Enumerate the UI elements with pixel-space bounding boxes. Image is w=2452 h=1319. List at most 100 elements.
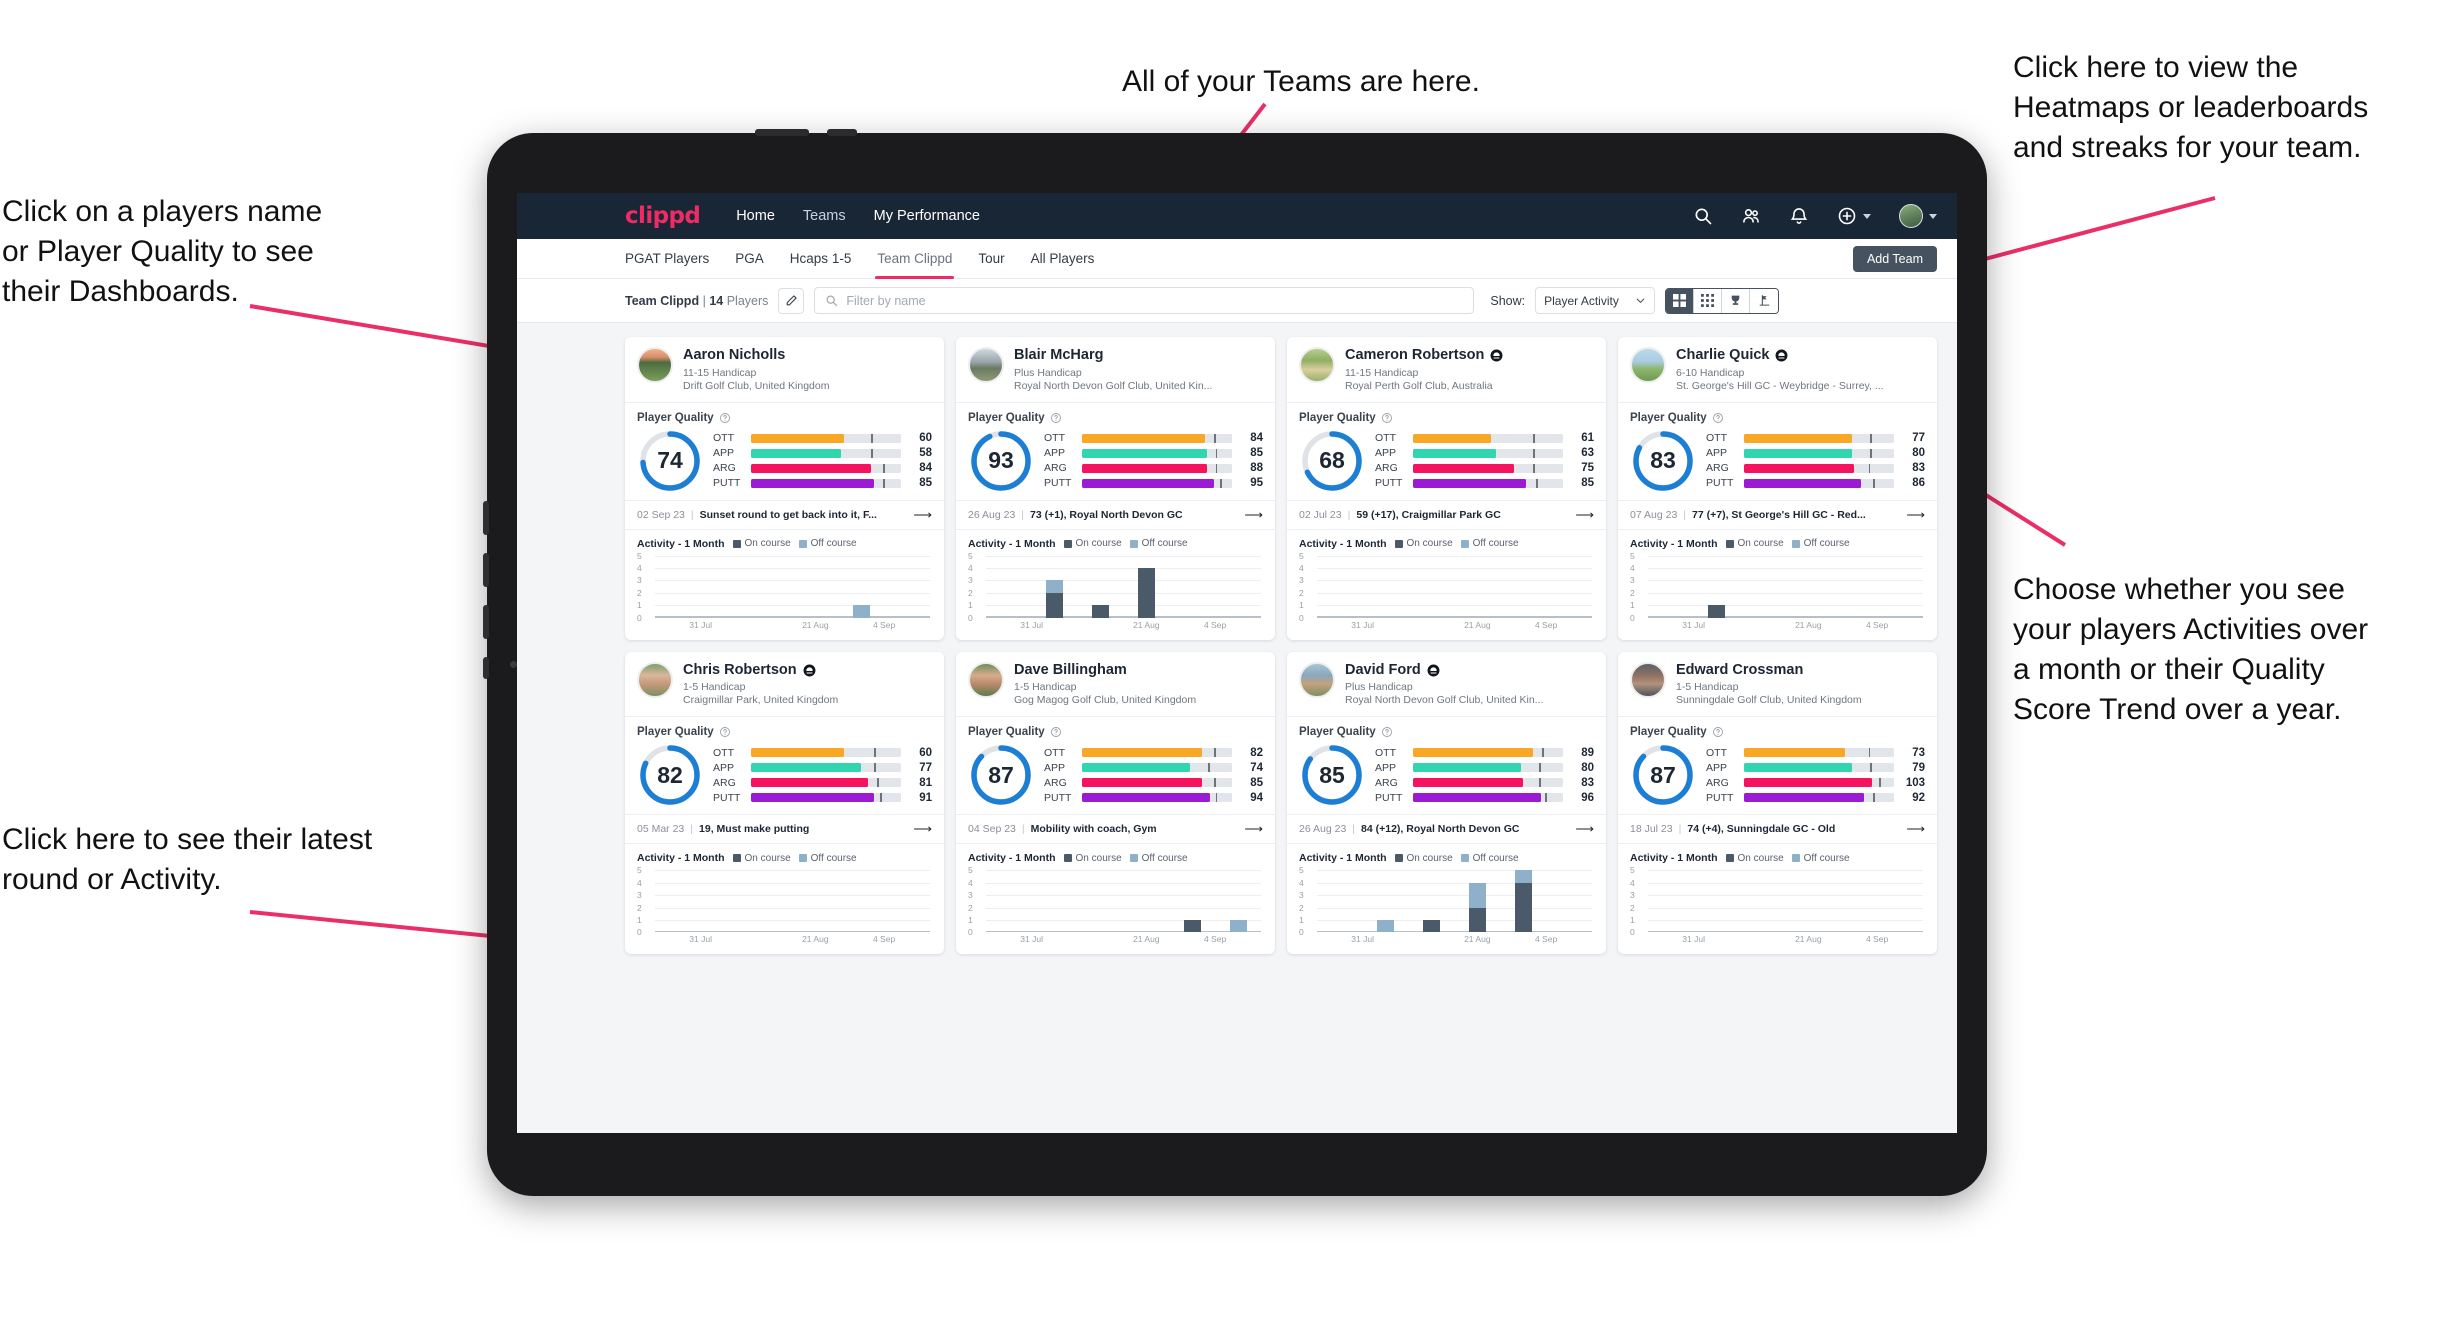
latest-round-row[interactable]: 02 Sep 23 | Sunset round to get back int… — [625, 499, 944, 530]
player-card[interactable]: Edward Crossman 1-5 Handicap Sunningdale… — [1618, 651, 1937, 955]
grid-large-view-button[interactable] — [1666, 288, 1695, 313]
latest-round-date: 02 Jul 23 — [1299, 508, 1342, 521]
player-name[interactable]: Dave Billingham — [1014, 662, 1127, 679]
player-name-row[interactable]: Blair McHarg — [1014, 347, 1212, 364]
x-axis-labels: 31 Jul 21 Aug 4 Sep — [986, 934, 1261, 946]
player-card-header[interactable]: Blair McHarg Plus Handicap Royal North D… — [956, 337, 1275, 402]
player-quality-section[interactable]: Player Quality 87 OTT 82 APP 74 ARG 85 P… — [956, 717, 1275, 814]
arrow-right-icon[interactable]: ⟶ — [1575, 821, 1594, 837]
arrow-right-icon[interactable]: ⟶ — [1906, 821, 1925, 837]
player-card[interactable]: David Ford Plus Handicap Royal North Dev… — [1287, 651, 1606, 955]
metric-bar-fill — [751, 748, 844, 758]
player-name[interactable]: Cameron Robertson — [1345, 347, 1484, 364]
player-name[interactable]: David Ford — [1345, 662, 1421, 679]
player-quality-ring[interactable]: 93 — [968, 428, 1034, 494]
player-name[interactable]: Edward Crossman — [1676, 662, 1803, 679]
latest-round-row[interactable]: 05 Mar 23 | 19, Must make putting ⟶ — [625, 814, 944, 845]
player-card[interactable]: Aaron Nicholls 11-15 Handicap Drift Golf… — [625, 337, 944, 640]
add-team-button[interactable]: Add Team — [1852, 245, 1937, 272]
tab-all-players[interactable]: All Players — [1031, 239, 1095, 279]
player-quality-ring[interactable]: 82 — [637, 742, 703, 808]
clippd-logo[interactable]: clippd — [625, 203, 701, 229]
profile-menu[interactable] — [1899, 204, 1937, 228]
arrow-right-icon[interactable]: ⟶ — [1244, 507, 1263, 523]
player-quality-ring[interactable]: 83 — [1630, 428, 1696, 494]
player-card[interactable]: Blair McHarg Plus Handicap Royal North D… — [956, 337, 1275, 640]
tab-pgat-players[interactable]: PGAT Players — [625, 239, 709, 279]
player-quality-section[interactable]: Player Quality 82 OTT 60 APP 77 ARG 81 P… — [625, 717, 944, 814]
player-avatar[interactable] — [1630, 661, 1666, 698]
player-name-row[interactable]: David Ford — [1345, 662, 1543, 679]
player-name-row[interactable]: Dave Billingham — [1014, 662, 1196, 679]
search-input[interactable]: Filter by name — [814, 287, 1475, 314]
latest-round-row[interactable]: 26 Aug 23 | 73 (+1), Royal North Devon G… — [956, 499, 1275, 530]
arrow-right-icon[interactable]: ⟶ — [1906, 507, 1925, 523]
tab-pga[interactable]: PGA — [735, 239, 764, 279]
show-select[interactable]: Player Activity — [1535, 287, 1656, 314]
player-quality-section[interactable]: Player Quality 87 OTT 73 APP 79 ARG 103 … — [1618, 717, 1937, 814]
player-card[interactable]: Cameron Robertson 11-15 Handicap Royal P… — [1287, 337, 1606, 640]
latest-round-row[interactable]: 07 Aug 23 | 77 (+7), St George's Hill GC… — [1618, 499, 1937, 530]
bell-icon[interactable] — [1789, 206, 1809, 226]
player-name[interactable]: Chris Robertson — [683, 662, 797, 679]
player-name[interactable]: Blair McHarg — [1014, 347, 1103, 364]
player-name-row[interactable]: Cameron Robertson — [1345, 347, 1503, 364]
nav-link-home[interactable]: Home — [736, 208, 775, 224]
player-quality-ring[interactable]: 74 — [637, 428, 703, 494]
player-card-header[interactable]: David Ford Plus Handicap Royal North Dev… — [1287, 652, 1606, 717]
arrow-right-icon[interactable]: ⟶ — [1575, 507, 1594, 523]
tab-team-clippd[interactable]: Team Clippd — [875, 239, 955, 279]
latest-round-row[interactable]: 26 Aug 23 | 84 (+12), Royal North Devon … — [1287, 814, 1606, 845]
player-card-header[interactable]: Edward Crossman 1-5 Handicap Sunningdale… — [1618, 652, 1937, 717]
arrow-right-icon[interactable]: ⟶ — [913, 821, 932, 837]
player-name-row[interactable]: Charlie Quick — [1676, 347, 1884, 364]
player-card-header[interactable]: Chris Robertson 1-5 Handicap Craigmillar… — [625, 652, 944, 717]
player-card-header[interactable]: Aaron Nicholls 11-15 Handicap Drift Golf… — [625, 337, 944, 402]
player-card[interactable]: Chris Robertson 1-5 Handicap Craigmillar… — [625, 651, 944, 955]
player-quality-section[interactable]: Player Quality 68 OTT 61 APP 63 ARG 75 P… — [1287, 403, 1606, 500]
player-avatar[interactable] — [968, 661, 1004, 698]
search-icon[interactable] — [1693, 206, 1713, 226]
player-quality-ring[interactable]: 87 — [1630, 742, 1696, 808]
trophy-leaderboard-view-button[interactable] — [1722, 288, 1751, 313]
player-name[interactable]: Aaron Nicholls — [683, 347, 785, 364]
avatar[interactable] — [1899, 204, 1923, 228]
arrow-right-icon[interactable]: ⟶ — [913, 507, 932, 523]
player-avatar[interactable] — [1630, 347, 1666, 383]
player-quality-section[interactable]: Player Quality 85 OTT 89 APP 80 ARG 83 P… — [1287, 717, 1606, 814]
edit-team-button[interactable] — [778, 287, 805, 314]
nav-link-teams[interactable]: Teams — [803, 208, 846, 224]
people-icon[interactable] — [1741, 206, 1761, 226]
player-card-header[interactable]: Charlie Quick 6-10 Handicap St. George's… — [1618, 337, 1937, 402]
player-quality-ring[interactable]: 68 — [1299, 428, 1365, 494]
latest-round-row[interactable]: 18 Jul 23 | 74 (+4), Sunningdale GC - Ol… — [1618, 814, 1937, 845]
player-name[interactable]: Charlie Quick — [1676, 347, 1769, 364]
golf-flag-view-button[interactable] — [1750, 288, 1779, 313]
latest-round-row[interactable]: 04 Sep 23 | Mobility with coach, Gym ⟶ — [956, 814, 1275, 845]
latest-round-row[interactable]: 02 Jul 23 | 59 (+17), Craigmillar Park G… — [1287, 499, 1606, 530]
player-avatar[interactable] — [637, 347, 673, 383]
arrow-right-icon[interactable]: ⟶ — [1244, 821, 1263, 837]
player-card-header[interactable]: Cameron Robertson 11-15 Handicap Royal P… — [1287, 337, 1606, 402]
player-card[interactable]: Charlie Quick 6-10 Handicap St. George's… — [1618, 337, 1937, 640]
add-menu[interactable] — [1837, 206, 1871, 226]
player-avatar[interactable] — [1299, 661, 1335, 698]
player-card[interactable]: Dave Billingham 1-5 Handicap Gog Magog G… — [956, 651, 1275, 955]
player-quality-section[interactable]: Player Quality 83 OTT 77 APP 80 ARG 83 P… — [1618, 403, 1937, 500]
player-name-row[interactable]: Chris Robertson — [683, 662, 838, 679]
player-avatar[interactable] — [968, 347, 1004, 383]
tab-tour[interactable]: Tour — [978, 239, 1004, 279]
player-card-header[interactable]: Dave Billingham 1-5 Handicap Gog Magog G… — [956, 652, 1275, 717]
grid-small-view-button[interactable] — [1694, 288, 1723, 313]
player-avatar[interactable] — [637, 661, 673, 698]
player-name-row[interactable]: Edward Crossman — [1676, 662, 1862, 679]
player-avatar[interactable] — [1299, 347, 1335, 383]
player-name-row[interactable]: Aaron Nicholls — [683, 347, 829, 364]
player-quality-ring[interactable]: 87 — [968, 742, 1034, 808]
nav-link-my-performance[interactable]: My Performance — [874, 208, 980, 224]
player-quality-ring[interactable]: 85 — [1299, 742, 1365, 808]
player-quality-section[interactable]: Player Quality 93 OTT 84 APP 85 ARG 88 P… — [956, 403, 1275, 500]
player-quality-section[interactable]: Player Quality 74 OTT 60 APP 58 ARG 84 P… — [625, 403, 944, 500]
tab-hcaps-1-5[interactable]: Hcaps 1-5 — [790, 239, 852, 279]
plus-circle-icon[interactable] — [1837, 206, 1857, 226]
